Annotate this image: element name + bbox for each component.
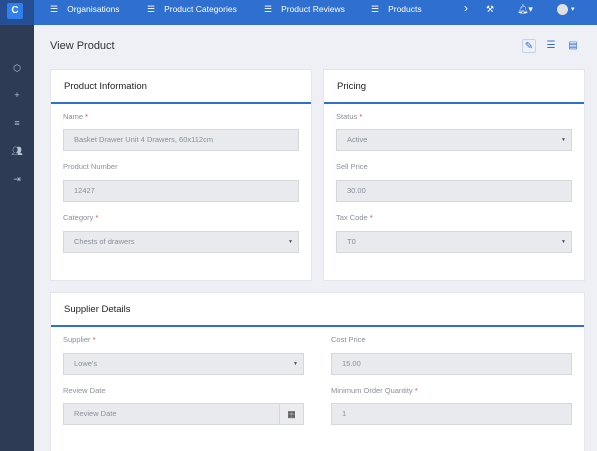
review-date-label: Review Date: [63, 386, 106, 395]
list-view-icon[interactable]: ☰: [544, 39, 558, 53]
status-select[interactable]: Active ▼: [336, 129, 572, 151]
product-number-field[interactable]: 12427: [63, 180, 299, 202]
tax-code-value: T0: [347, 237, 356, 246]
category-label: Category *: [63, 213, 99, 222]
min-order-qty-label: Minimum Order Quantity *: [331, 386, 418, 395]
menu-icon: ☰: [147, 4, 156, 14]
wrench-icon[interactable]: ⚒: [486, 0, 494, 20]
chevron-down-icon[interactable]: ▾: [571, 0, 575, 20]
menu-icon: ☰: [371, 4, 380, 14]
caret-down-icon: ▼: [561, 239, 566, 245]
edit-icon[interactable]: ✎: [522, 39, 536, 53]
nav-item-products[interactable]: ☰ Products: [371, 0, 422, 20]
caret-down-icon: ▼: [561, 137, 566, 143]
tax-code-label: Tax Code *: [336, 213, 373, 222]
nav-item-product-categories[interactable]: ☰ Product Categories: [147, 0, 237, 20]
sell-price-field[interactable]: 30.00: [336, 180, 572, 202]
bell-icon[interactable]: 🔔︎▾: [517, 0, 533, 20]
supplier-value: Lowe's: [74, 359, 98, 368]
nav-label: Products: [388, 4, 422, 14]
plus-icon[interactable]: +: [0, 90, 34, 100]
top-nav-bar: C ☰ Organisations ☰ Product Categories ☰ Pr…: [0, 0, 597, 25]
review-date-field[interactable]: Review Date ▦: [63, 403, 304, 425]
min-order-qty-field[interactable]: 1: [331, 403, 572, 425]
sidebar: ⬡ + ≡ 👥︎ ⇥: [0, 25, 34, 451]
calendar-icon[interactable]: ▦: [279, 404, 303, 424]
cost-price-field[interactable]: 15.00: [331, 353, 572, 375]
tax-code-select[interactable]: T0 ▼: [336, 231, 572, 253]
status-value: Active: [347, 135, 368, 144]
logo-area[interactable]: C: [0, 0, 34, 25]
category-select[interactable]: Chests of drawers ▼: [63, 231, 299, 253]
logout-icon[interactable]: ⇥: [0, 174, 34, 185]
card-heading: Product Information: [51, 70, 311, 104]
avatar[interactable]: [557, 4, 568, 15]
page-title: View Product: [50, 40, 115, 52]
supplier-select[interactable]: Lowe's ▼: [63, 353, 304, 375]
review-date-placeholder: Review Date: [74, 409, 117, 418]
list-icon[interactable]: ≡: [0, 118, 34, 128]
nav-label: Product Reviews: [281, 4, 345, 14]
users-icon[interactable]: 👥︎: [0, 146, 34, 157]
sell-price-label: Sell Price: [336, 162, 368, 171]
name-label: Name *: [63, 112, 89, 121]
chevron-right-icon[interactable]: ›: [464, 0, 468, 19]
nav-label: Organisations: [67, 4, 120, 14]
nav-item-organisations[interactable]: ☰ Organisations: [50, 0, 120, 20]
supplier-label: Supplier *: [63, 335, 96, 344]
name-field[interactable]: Basket Drawer Unit 4 Drawers, 60x112cm: [63, 129, 299, 151]
cost-price-label: Cost Price: [331, 335, 366, 344]
menu-icon: ☰: [264, 4, 273, 14]
card-heading: Pricing: [324, 70, 584, 104]
menu-icon: ☰: [50, 4, 59, 14]
product-number-label: Product Number: [63, 162, 118, 171]
document-icon[interactable]: ▤: [566, 39, 580, 53]
category-value: Chests of drawers: [74, 237, 135, 246]
status-label: Status *: [336, 112, 363, 121]
caret-down-icon: ▼: [288, 239, 293, 245]
nav-item-product-reviews[interactable]: ☰ Product Reviews: [264, 0, 345, 20]
nav-label: Product Categories: [164, 4, 237, 14]
card-heading: Supplier Details: [51, 293, 584, 327]
app-logo[interactable]: C: [7, 3, 23, 19]
cube-icon[interactable]: ⬡: [0, 63, 34, 74]
caret-down-icon: ▼: [293, 361, 298, 367]
